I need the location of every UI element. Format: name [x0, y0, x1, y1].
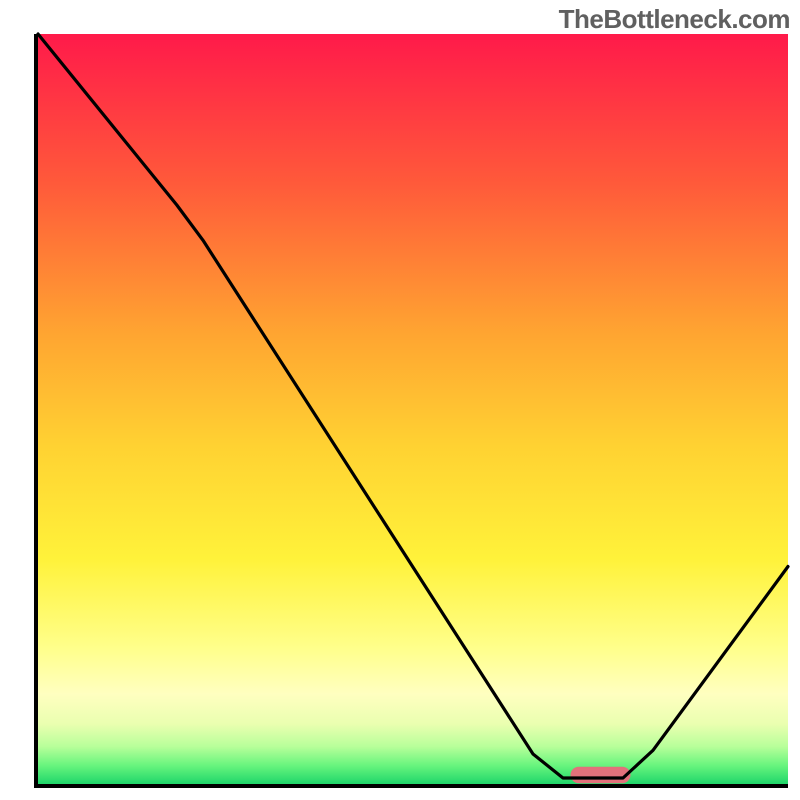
x-axis [34, 784, 788, 788]
chart-svg [0, 0, 800, 800]
plot-background [38, 34, 788, 784]
bottleneck-chart: TheBottleneck.com [0, 0, 800, 800]
optimal-range-marker [571, 767, 631, 784]
watermark-text: TheBottleneck.com [559, 4, 790, 35]
y-axis [34, 34, 38, 788]
